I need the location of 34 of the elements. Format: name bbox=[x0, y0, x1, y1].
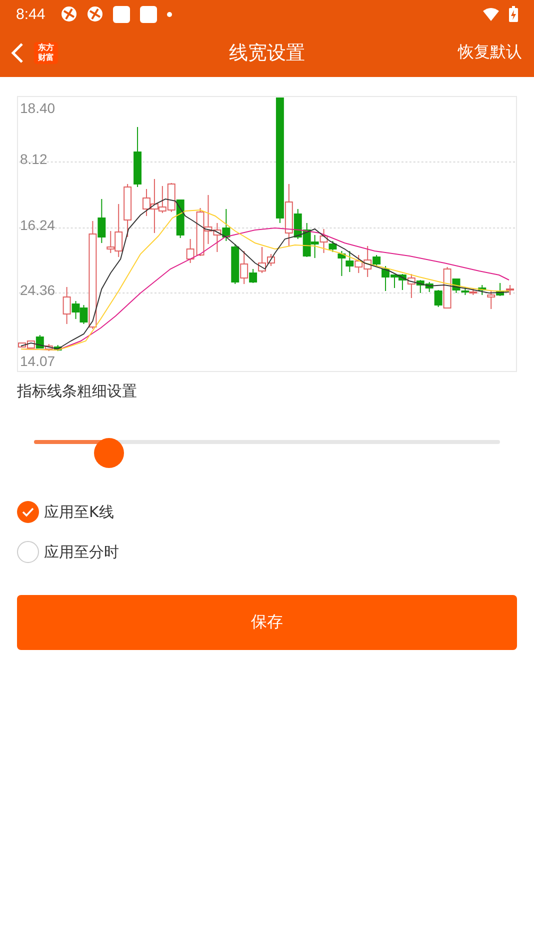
candle bbox=[496, 282, 504, 296]
candle bbox=[124, 184, 132, 238]
wifi-icon bbox=[483, 8, 499, 20]
axis-label: 24.36 bbox=[20, 282, 56, 298]
option-label[interactable]: 应用至K线 bbox=[44, 502, 114, 522]
slider-thumb[interactable] bbox=[94, 438, 124, 468]
aperture-icon bbox=[61, 6, 78, 22]
app-logo: 东方 财富 bbox=[34, 42, 58, 64]
candle bbox=[196, 208, 204, 256]
axis-label: 18.40 bbox=[20, 100, 56, 116]
status-time: 8:44 bbox=[16, 6, 46, 22]
candle bbox=[222, 208, 230, 242]
back-icon[interactable] bbox=[10, 42, 24, 64]
candle bbox=[167, 182, 176, 212]
axis-label: 14.07 bbox=[20, 353, 56, 369]
aperture-icon bbox=[87, 6, 104, 22]
notification-icon bbox=[113, 6, 130, 22]
candle bbox=[506, 284, 514, 296]
battery-icon bbox=[509, 6, 518, 22]
check-icon bbox=[22, 507, 34, 517]
notification-icon bbox=[140, 6, 158, 22]
dot-icon bbox=[167, 12, 172, 16]
option-label[interactable]: 应用至分时 bbox=[44, 542, 119, 562]
axis-label: 8.12 bbox=[20, 151, 48, 167]
radio-button[interactable] bbox=[17, 501, 39, 523]
candle bbox=[176, 200, 184, 238]
axis-label: 16.24 bbox=[20, 217, 56, 233]
radio-button[interactable] bbox=[17, 541, 39, 563]
candle bbox=[346, 250, 354, 272]
restore-defaults-button[interactable]: 恢复默认 bbox=[458, 42, 522, 63]
page-title: 线宽设置 bbox=[229, 42, 305, 64]
candle bbox=[231, 244, 240, 284]
line-width-label: 指标线条粗细设置 bbox=[17, 382, 137, 401]
candle bbox=[186, 238, 194, 264]
